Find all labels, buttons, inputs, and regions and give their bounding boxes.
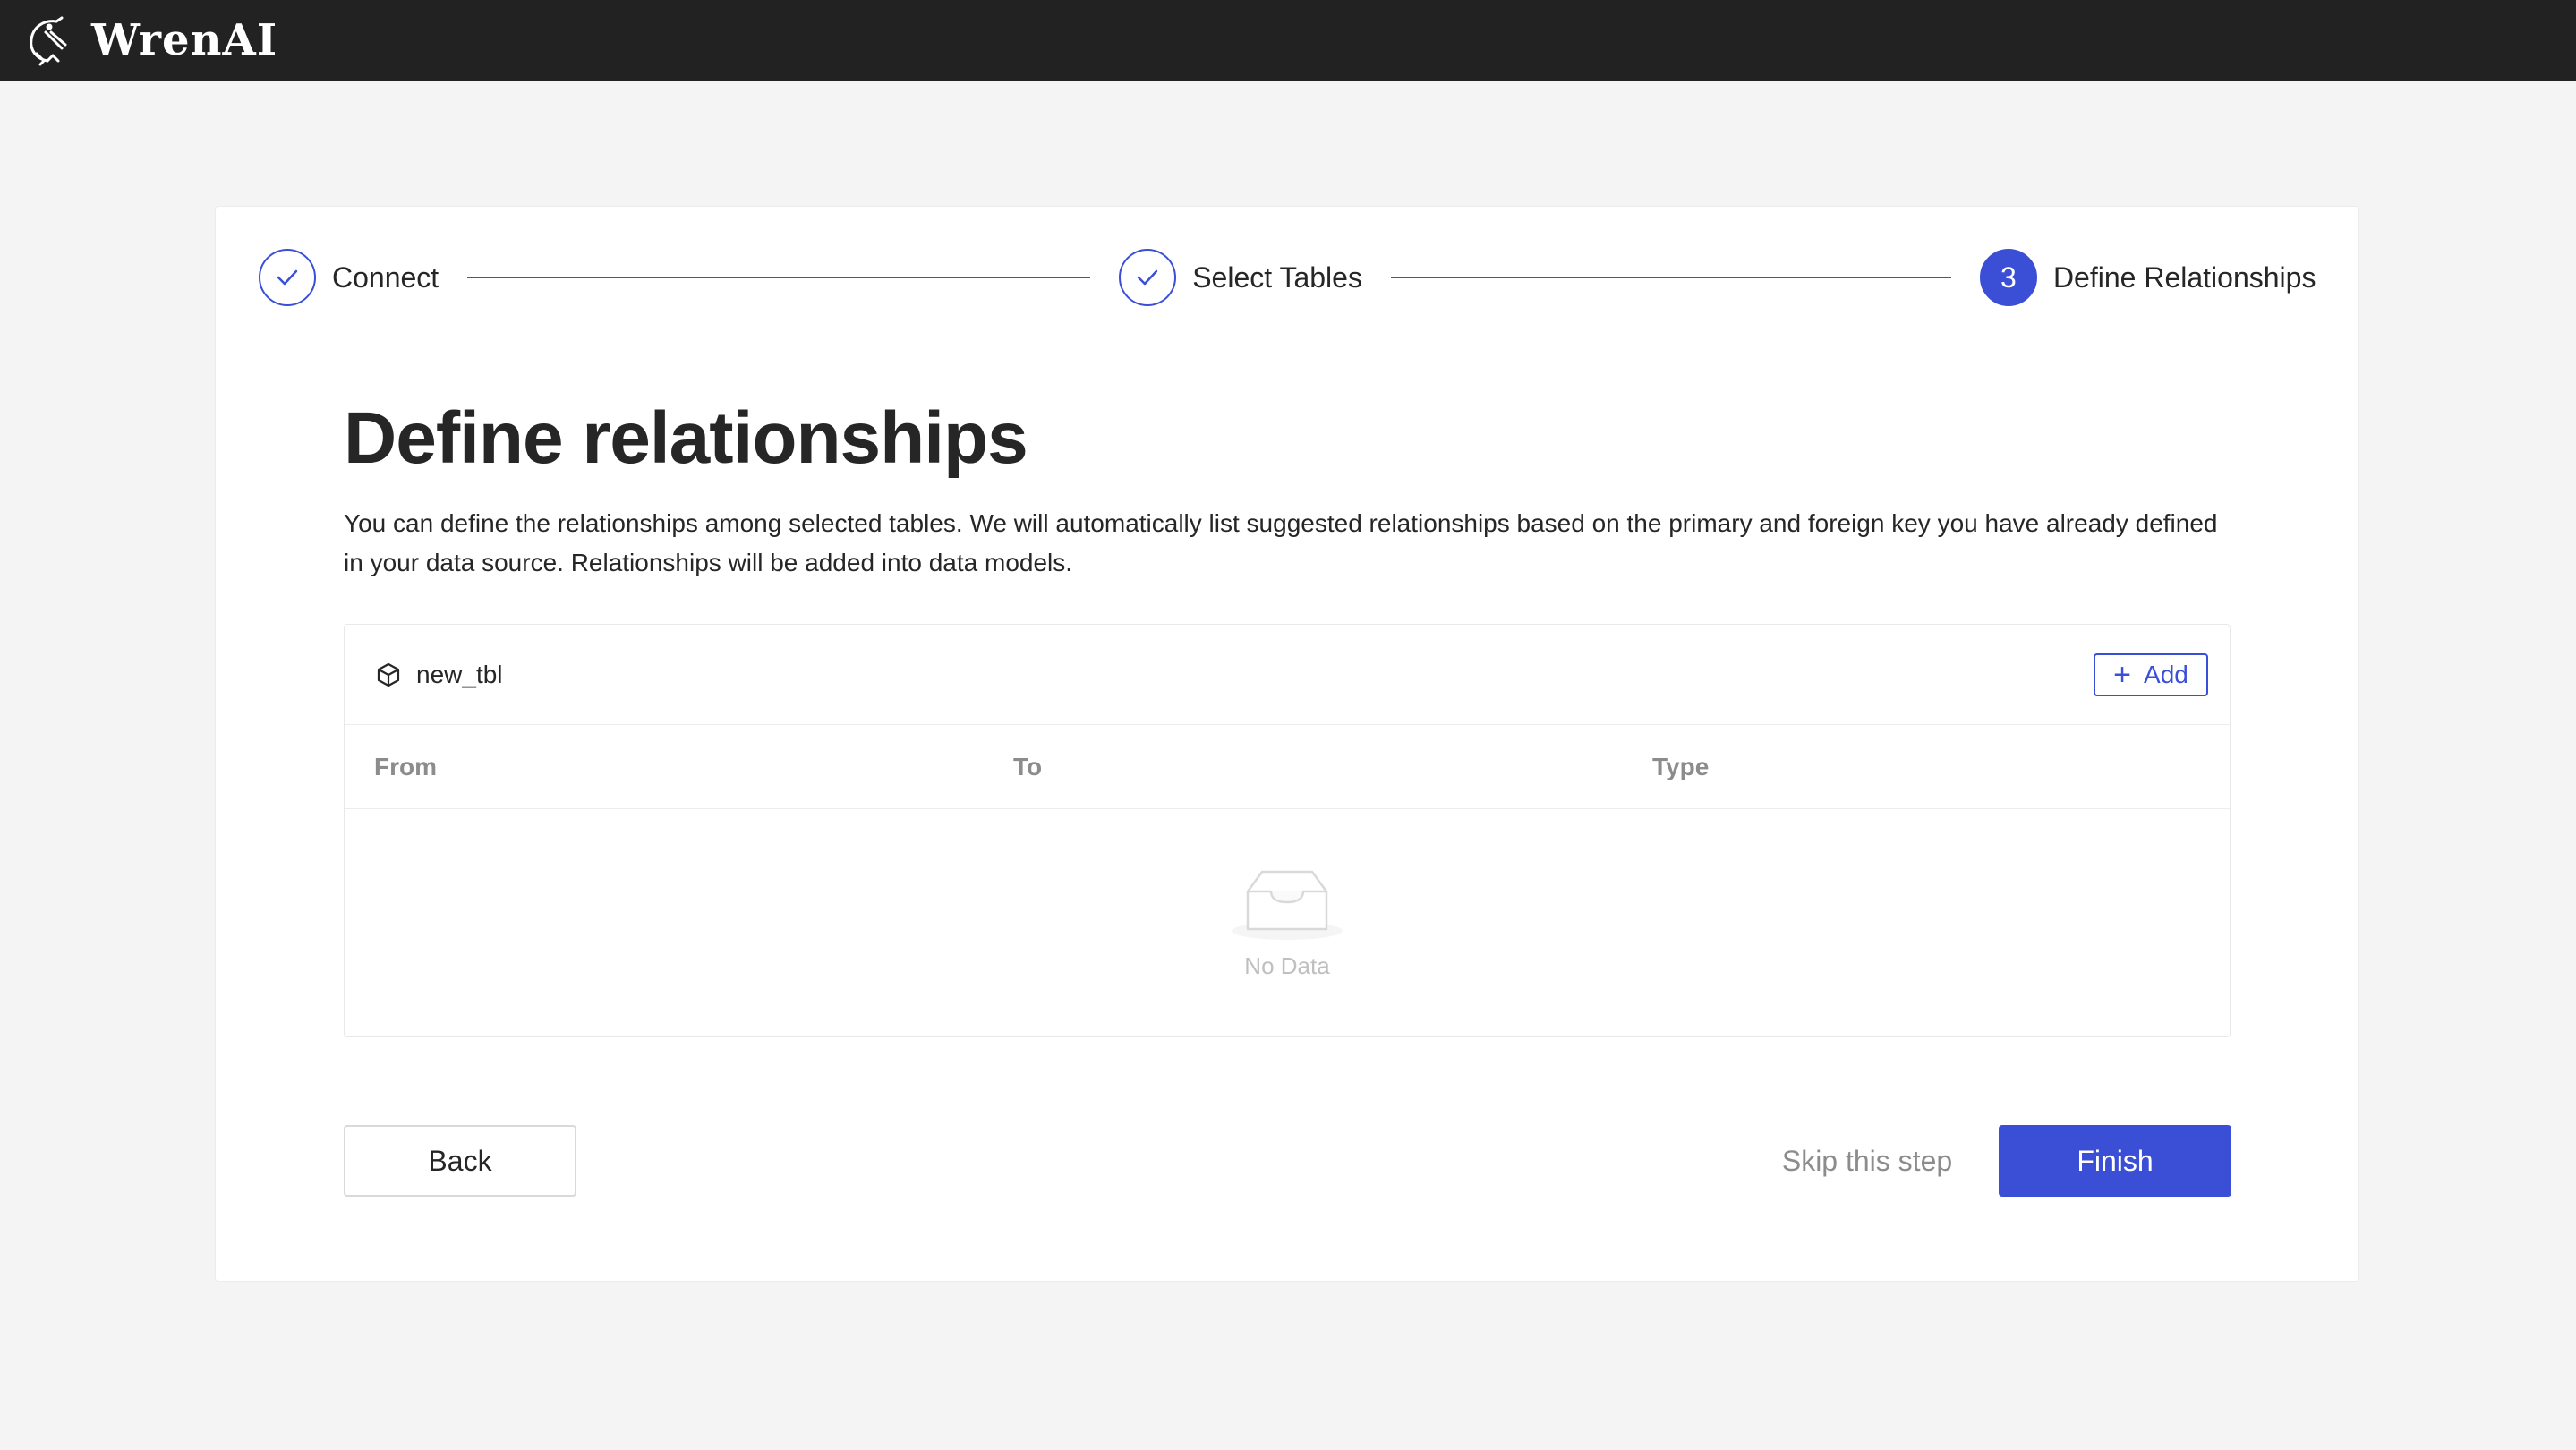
progress-steps: Connect Select Tables 3 Define Relations… xyxy=(259,248,2317,307)
page-title: Define relationships xyxy=(344,397,1028,479)
empty-state: No Data xyxy=(345,809,2230,1036)
step-connector xyxy=(467,277,1091,278)
top-bar: WrenAI xyxy=(0,0,2576,81)
step-select-tables: Select Tables xyxy=(1119,249,1362,306)
column-header-type: Type xyxy=(1652,752,1710,780)
finish-button[interactable]: Finish xyxy=(1999,1125,2231,1197)
panel-title: new_tbl xyxy=(375,661,503,689)
table-header: From To Type xyxy=(345,725,2230,809)
step-label: Select Tables xyxy=(1192,260,1362,294)
step-done-indicator xyxy=(259,249,316,306)
back-button[interactable]: Back xyxy=(344,1125,576,1197)
step-number-indicator: 3 xyxy=(1979,249,2037,306)
wren-logo-icon[interactable] xyxy=(25,13,79,67)
add-relationship-button[interactable]: + Add xyxy=(2094,652,2208,696)
setup-card: Connect Select Tables 3 Define Relations… xyxy=(215,206,2359,1282)
relationships-panel: new_tbl + Add From To Type No Data xyxy=(344,624,2231,1037)
add-button-label: Add xyxy=(2144,660,2188,688)
step-done-indicator xyxy=(1119,249,1177,306)
step-connect: Connect xyxy=(259,249,439,306)
step-define-relationships: 3 Define Relationships xyxy=(1979,249,2316,306)
table-name: new_tbl xyxy=(416,660,503,688)
skip-step-link[interactable]: Skip this step xyxy=(1764,1125,1970,1197)
column-header-to: To xyxy=(1013,752,1043,780)
inbox-icon xyxy=(1232,870,1343,940)
empty-text: No Data xyxy=(1244,951,1330,979)
check-icon xyxy=(1137,269,1158,286)
app-name: WrenAI xyxy=(91,15,278,65)
panel-header: new_tbl + Add xyxy=(345,625,2230,725)
step-label: Define Relationships xyxy=(2052,260,2316,294)
cube-icon xyxy=(377,662,400,687)
plus-icon: + xyxy=(2113,657,2132,692)
column-header-from: From xyxy=(374,752,437,780)
page-description: You can define the relationships among s… xyxy=(344,509,2218,576)
step-label: Connect xyxy=(332,260,439,294)
step-connector xyxy=(1390,277,1951,278)
check-icon xyxy=(277,269,298,286)
